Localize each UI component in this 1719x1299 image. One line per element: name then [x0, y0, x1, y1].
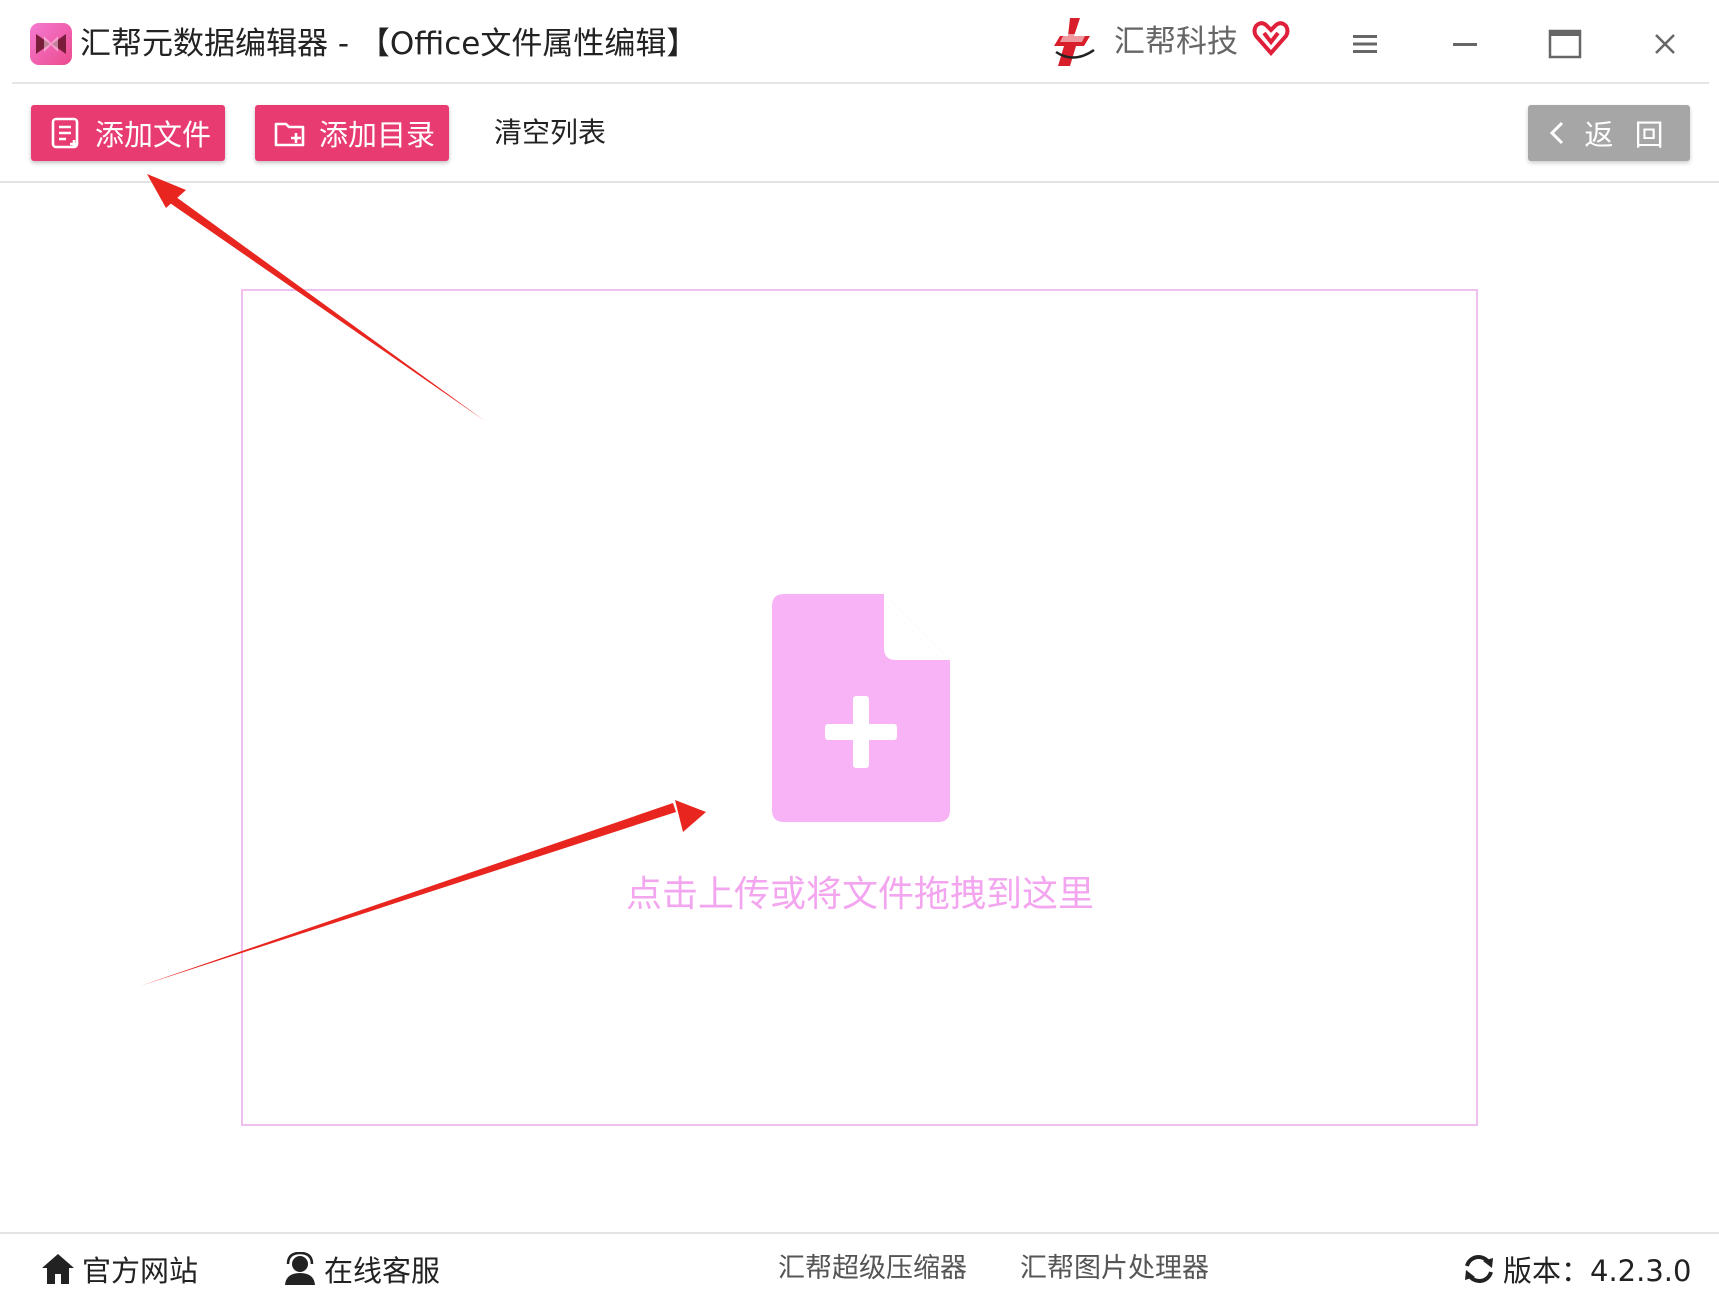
status-divider	[0, 1232, 1719, 1234]
version-label: 版本：4.2.3.0	[1503, 1254, 1692, 1288]
add-file-button[interactable]: 添加文件	[31, 105, 225, 161]
refresh-icon	[1465, 1255, 1493, 1283]
brand-name: 汇帮科技	[1114, 24, 1238, 60]
home-icon	[42, 1254, 74, 1284]
add-folder-icon	[274, 122, 305, 147]
chevron-left-icon	[1550, 121, 1564, 145]
back-button[interactable]: 返 回	[1528, 105, 1690, 161]
add-folder-button[interactable]: 添加目录	[255, 105, 449, 161]
window-title: 汇帮元数据编辑器 - 【Office文件属性编辑】	[80, 26, 698, 62]
close-icon[interactable]	[1641, 20, 1689, 68]
support-label: 在线客服	[324, 1254, 441, 1288]
menu-icon[interactable]	[1341, 20, 1389, 68]
title-divider	[12, 82, 1709, 84]
clear-list-button[interactable]: 清空列表	[494, 113, 606, 153]
official-website-link[interactable]: 官方网站	[40, 1247, 198, 1291]
vip-heart-icon[interactable]	[1252, 20, 1290, 57]
online-support-link[interactable]: 在线客服	[282, 1247, 440, 1291]
compressor-app-link[interactable]: 汇帮超级压缩器	[778, 1249, 967, 1289]
brand-logo-icon	[1050, 16, 1098, 68]
drop-hint-text: 点击上传或将文件拖拽到这里	[625, 874, 1094, 915]
app-logo	[30, 23, 72, 65]
support-agent-icon	[285, 1252, 315, 1285]
add-file-large-icon[interactable]	[772, 594, 950, 822]
minimize-icon[interactable]	[1441, 20, 1489, 68]
website-label: 官方网站	[82, 1254, 199, 1288]
toolbar-divider	[0, 181, 1719, 183]
back-label: 返 回	[1584, 118, 1670, 152]
add-folder-label: 添加目录	[319, 118, 436, 152]
maximize-icon[interactable]	[1541, 20, 1589, 68]
image-processor-link[interactable]: 汇帮图片处理器	[1020, 1249, 1209, 1289]
version-info[interactable]: 版本：4.2.3.0	[1461, 1247, 1691, 1291]
add-file-icon	[51, 117, 79, 149]
add-file-label: 添加文件	[95, 118, 212, 152]
